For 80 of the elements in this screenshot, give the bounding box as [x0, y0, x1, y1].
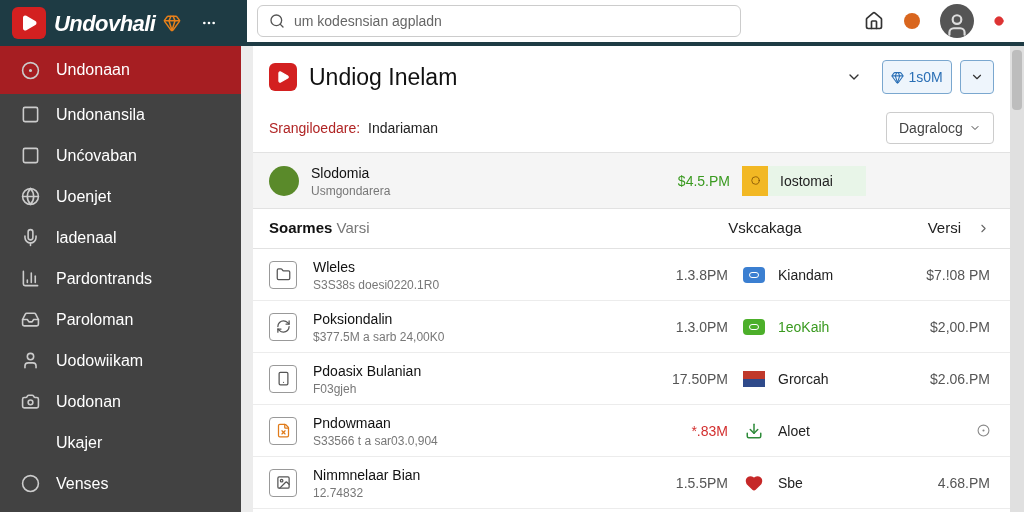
circle-icon	[20, 474, 40, 493]
refresh-icon	[269, 312, 297, 341]
list-row[interactable]: Nimmnelaar Bian 12.74832 1.5.5PM Sbe 4.68.PM	[253, 457, 1010, 509]
alert-dot-icon[interactable]	[994, 16, 1004, 26]
avatar[interactable]	[940, 4, 974, 38]
camera-icon	[20, 392, 40, 411]
gem-icon	[163, 14, 182, 32]
home-icon[interactable]	[864, 11, 884, 31]
list-row[interactable]: Pndowmaan S33566 t a sar03.0,904 *.83M Aloet	[253, 405, 1010, 457]
subtitle-value: Indariaman	[368, 119, 439, 138]
sidebar-item[interactable]: Pardontrands	[0, 258, 241, 299]
status-circle-icon	[977, 424, 990, 437]
inbox-icon	[20, 310, 40, 329]
square-icon	[20, 146, 40, 165]
value-text: $2.06.PM	[930, 369, 990, 389]
sidebar-item[interactable]: ladenaal	[0, 217, 241, 258]
list-row[interactable]: Poksiondalin $377.5M a sarb 24,00K0 1.3.0PM 1eoKaih $2,00.PM	[253, 301, 1010, 353]
sort-select[interactable]: Dagralocg	[886, 112, 994, 144]
app-icon	[269, 165, 299, 196]
item-detail: 12.74832	[313, 484, 365, 501]
column-header: Soarmes Varsi	[269, 218, 370, 239]
play-logo-icon	[269, 63, 297, 91]
time-text: 1.3.0PM	[675, 317, 728, 337]
play-logo-icon	[12, 7, 46, 39]
item-name: Slodomia	[311, 163, 371, 183]
item-name: Pdoasix Bulanian	[313, 361, 422, 381]
square-icon	[20, 105, 40, 124]
phone-icon	[269, 364, 297, 393]
time-text: 17.50PM	[671, 369, 728, 389]
item-detail: Usmgondarera	[311, 182, 391, 199]
item-detail: F03gjeh	[313, 380, 358, 397]
sidebar-item[interactable]: Undonansila	[0, 94, 241, 135]
list-row[interactable]: Wleles S3S38s doesi0220.1R0 1.3.8PM Kiandam $7.!08 PM	[253, 249, 1010, 301]
subtitle-label: Srangiloedare:	[269, 119, 361, 138]
panel-title: Undiog Inelam	[309, 62, 458, 92]
time-text: *.83M	[691, 421, 728, 441]
document-icon	[269, 416, 297, 445]
sidebar-item[interactable]: Uodowiikam	[0, 340, 241, 381]
gem-icon	[891, 70, 905, 84]
tag-label: 1eoKaih	[778, 317, 830, 337]
value-text: 4.68.PM	[937, 473, 990, 493]
item-name: Pndowmaan	[313, 413, 392, 433]
folder-icon	[269, 260, 297, 289]
item-name: Poksiondalin	[313, 309, 394, 329]
sidebar-item[interactable]: Undonaan	[0, 46, 241, 94]
value-text: $7.!08 PM	[926, 265, 990, 285]
sidebar-item[interactable]: Uodonan	[0, 381, 241, 422]
sidebar-item[interactable]: Paroloman	[0, 299, 241, 340]
item-name: Wleles	[313, 257, 356, 277]
scrollbar[interactable]	[1010, 46, 1024, 512]
globe-icon	[20, 187, 40, 206]
tag-label: Kiandam	[778, 265, 834, 285]
list-row[interactable]: Pdoasix Bulanian F03gjeh 17.50PM Grorcah $2.06.PM	[253, 353, 1010, 405]
badge-icon	[742, 165, 768, 196]
item-detail: S33566 t a sar03.0,904	[313, 432, 438, 449]
tag-label: Sbe	[778, 473, 803, 493]
column-header: Vskcakaga	[728, 218, 802, 239]
chart-icon	[20, 269, 40, 288]
tag-label: Iostomai	[780, 171, 833, 191]
sidebar-item[interactable]: Ukajer	[0, 422, 241, 463]
featured-row[interactable]: Slodomia Usmgondarera $4.5.PM Iostomai	[253, 152, 1010, 209]
sidebar-item[interactable]: Unćovaban	[0, 135, 241, 176]
item-detail: $377.5M a sarb 24,00K0	[313, 328, 445, 345]
tag-label: Aloet	[778, 421, 810, 441]
time-text: $4.5.PM	[677, 171, 730, 191]
target-icon	[20, 60, 40, 80]
value-text: $2,00.PM	[930, 317, 990, 337]
column-header: Versi	[927, 218, 961, 239]
search-field[interactable]: um kodesnsian agpladn	[257, 5, 741, 37]
search-icon	[269, 13, 285, 29]
item-detail: S3S38s doesi0220.1R0	[313, 276, 440, 293]
image-icon	[269, 468, 297, 497]
item-name: Nimmnelaar Bian	[313, 465, 421, 485]
time-text: 1.3.8PM	[675, 265, 728, 285]
time-text: 1.5.5PM	[675, 473, 728, 493]
action-button[interactable]: 1s0M	[882, 60, 952, 94]
sidebar-item[interactable]: Venses	[0, 463, 241, 504]
brand-name: Undovhali	[54, 9, 156, 38]
sidebar-item[interactable]: Uoenjet	[0, 176, 241, 217]
tag-label: Grorcah	[778, 369, 829, 389]
